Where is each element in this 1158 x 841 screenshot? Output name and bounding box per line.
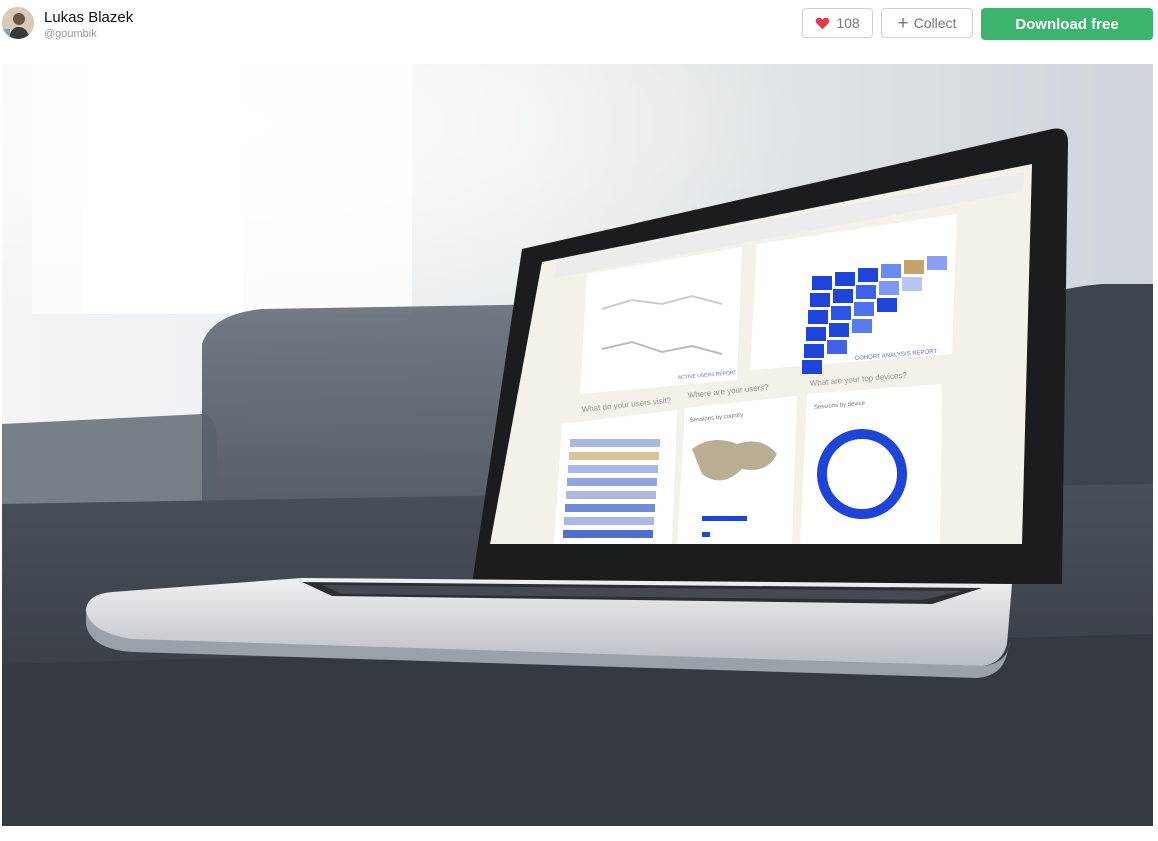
download-button[interactable]: Download free bbox=[981, 8, 1153, 40]
author-name[interactable]: Lukas Blazek bbox=[44, 9, 133, 26]
plus-icon: + bbox=[897, 12, 909, 34]
download-label: Download free bbox=[1015, 15, 1119, 33]
collect-label: Collect bbox=[913, 15, 957, 31]
like-count: 108 bbox=[836, 15, 860, 31]
photo-header: Lukas Blazek @goumbik 108 + Collect Down… bbox=[0, 0, 1158, 50]
author-avatar[interactable] bbox=[2, 7, 34, 39]
avatar-image bbox=[2, 7, 34, 39]
author-handle[interactable]: @goumbik bbox=[44, 28, 97, 40]
like-button[interactable]: 108 bbox=[802, 8, 873, 38]
main-photo[interactable]: What do your users visit? Where are your… bbox=[2, 64, 1153, 826]
heart-icon bbox=[816, 17, 830, 30]
collect-button[interactable]: + Collect bbox=[881, 8, 973, 38]
laptop-photo-illustration: What do your users visit? Where are your… bbox=[2, 64, 1153, 826]
